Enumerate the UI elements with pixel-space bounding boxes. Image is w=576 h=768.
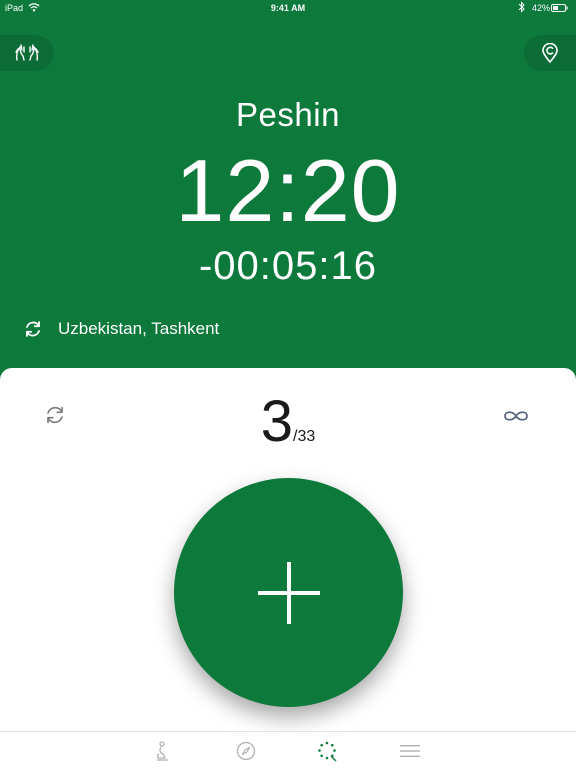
app-screen: iPad 9:41 AM 42% Peshin 12:20 -00:05:16 …	[0, 0, 576, 768]
refresh-icon	[26, 321, 40, 337]
status-bar: iPad 9:41 AM 42%	[0, 0, 576, 16]
bluetooth-icon	[518, 1, 525, 13]
tasbih-counter: 3/33	[0, 390, 576, 454]
tab-prayer[interactable]	[152, 740, 174, 762]
tasbih-beads-icon	[318, 741, 337, 762]
compass-icon	[236, 741, 256, 761]
plus-icon	[257, 561, 320, 624]
tab-bar	[0, 731, 576, 768]
prayer-countdown: -00:05:16	[198, 244, 378, 288]
location-button[interactable]	[524, 35, 576, 71]
increment-button[interactable]	[174, 478, 403, 707]
tab-menu[interactable]	[399, 740, 421, 762]
status-time: 9:41 AM	[270, 3, 306, 13]
prayer-hands-button[interactable]	[0, 35, 54, 71]
location-selector[interactable]: Uzbekistan, Tashkent	[23, 318, 219, 340]
tasbih-panel: 3/33	[0, 368, 576, 768]
praying-hands-icon	[15, 44, 39, 61]
location-pin-icon	[542, 43, 558, 63]
battery-icon	[551, 4, 568, 12]
menu-icon	[400, 745, 420, 757]
tab-qibla[interactable]	[235, 740, 257, 762]
infinity-icon[interactable]	[502, 408, 530, 424]
tab-tasbih[interactable]	[316, 740, 338, 762]
counter-value: 3	[260, 389, 293, 454]
prayer-mat-icon	[156, 741, 168, 761]
battery-percent: 42%	[532, 3, 551, 13]
prayer-name: Peshin	[236, 96, 340, 133]
prayer-header: iPad 9:41 AM 42% Peshin 12:20 -00:05:16 …	[0, 0, 576, 384]
counter-target: 33	[297, 428, 316, 445]
prayer-time: 12:20	[175, 141, 401, 240]
location-label: Uzbekistan, Tashkent	[58, 319, 220, 338]
